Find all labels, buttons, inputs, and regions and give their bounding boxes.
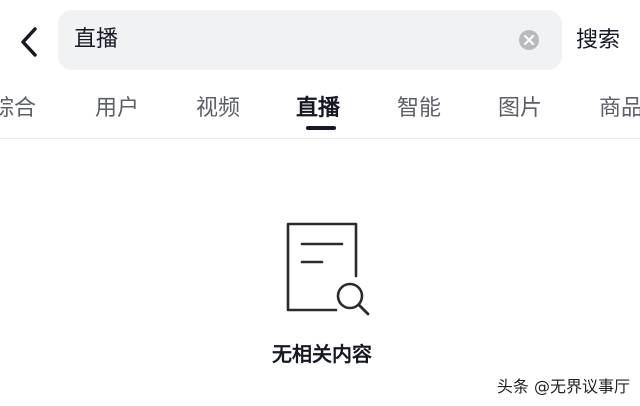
back-button[interactable] xyxy=(12,22,46,62)
search-tabs: 综合 用户 视频 直播 智能 图片 商品 xyxy=(0,82,640,139)
tab-images[interactable]: 图片 xyxy=(498,92,542,126)
active-tab-indicator xyxy=(306,126,336,130)
clear-icon[interactable] xyxy=(518,29,540,51)
search-box[interactable] xyxy=(58,10,562,70)
tab-comprehensive[interactable]: 综合 xyxy=(0,92,36,126)
search-header: 搜索 xyxy=(0,0,640,82)
document-search-icon xyxy=(286,222,370,316)
chevron-left-icon xyxy=(21,27,37,57)
tab-live[interactable]: 直播 xyxy=(296,92,340,126)
tab-smart[interactable]: 智能 xyxy=(397,92,441,126)
search-input[interactable] xyxy=(74,10,504,70)
search-button[interactable]: 搜索 xyxy=(576,22,620,60)
watermark: 头条 @无界议事厅 xyxy=(496,377,630,396)
tab-products[interactable]: 商品 xyxy=(599,92,640,126)
empty-state-message: 无相关内容 xyxy=(272,342,372,366)
tab-videos[interactable]: 视频 xyxy=(196,92,240,126)
tab-users[interactable]: 用户 xyxy=(95,92,139,126)
